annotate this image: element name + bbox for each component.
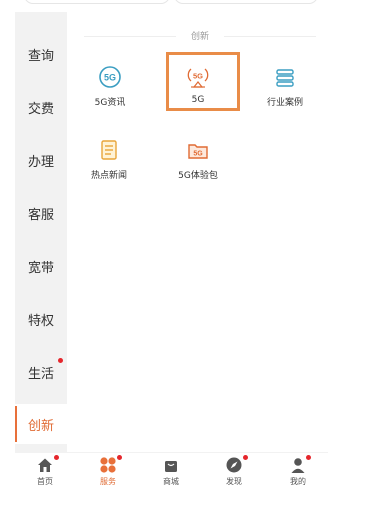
grid-item-label: 热点新闻	[90, 171, 127, 181]
section-header: 创新	[84, 29, 316, 43]
notification-dot	[117, 455, 122, 460]
svg-text:5G: 5G	[193, 151, 203, 158]
sidebar-item-label: 特权	[27, 313, 54, 329]
sidebar-item-life[interactable]: 生活	[15, 352, 67, 392]
hot-news-icon	[101, 140, 117, 160]
sidebar-item-label: 创新	[27, 418, 54, 434]
category-sidebar: 查询 交费 办理 客服 宽带 特权 生活 创新	[15, 12, 67, 452]
sidebar-item-service[interactable]: 客服	[15, 193, 67, 233]
tab-label: 服务	[100, 477, 116, 486]
bottom-tab-bar: 首页 服务 商城 发现 我的	[15, 452, 328, 492]
grid-item-industry-case[interactable]: 行业案例	[249, 57, 321, 119]
grid-item-label: 行业案例	[266, 98, 303, 108]
top-pill-left[interactable]	[24, 0, 170, 4]
sidebar-item-privilege[interactable]: 特权	[15, 299, 67, 339]
sidebar-item-label: 客服	[27, 207, 54, 223]
tab-home[interactable]: 首页	[20, 453, 70, 493]
tab-label: 首页	[37, 477, 53, 486]
grid-item-hot-news[interactable]: 热点新闻	[73, 130, 145, 192]
industry-case-icon	[276, 69, 294, 87]
sidebar-item-broadband[interactable]: 宽带	[15, 246, 67, 286]
grid-item-5g-news[interactable]: 5G 5G资讯	[74, 57, 146, 119]
sidebar-item-handle[interactable]: 办理	[15, 140, 67, 180]
top-pill-right[interactable]	[174, 0, 318, 4]
sidebar-item-pay[interactable]: 交费	[15, 87, 67, 127]
sidebar-item-query[interactable]: 查询	[15, 34, 67, 74]
service-icon	[100, 457, 116, 473]
tab-label: 商城	[163, 477, 179, 486]
discover-compass-icon	[226, 457, 242, 473]
tab-mall[interactable]: 商城	[146, 453, 196, 493]
home-icon	[38, 458, 52, 472]
grid-item-label: 5G资讯	[94, 98, 126, 108]
tab-service[interactable]: 服务	[83, 453, 133, 493]
notification-dot	[58, 358, 63, 363]
tab-label: 我的	[290, 477, 306, 486]
sidebar-item-label: 查询	[27, 48, 54, 64]
sidebar-item-innovation[interactable]: 创新	[15, 404, 67, 444]
sidebar-item-label: 宽带	[27, 260, 54, 276]
notification-dot	[54, 455, 59, 460]
highlight-box	[166, 52, 240, 111]
tab-discover[interactable]: 发现	[209, 453, 259, 493]
notification-dot	[243, 455, 248, 460]
tab-label: 发现	[226, 477, 242, 486]
notification-dot	[306, 455, 311, 460]
svg-text:5G: 5G	[104, 73, 116, 83]
sidebar-item-label: 生活	[27, 366, 54, 382]
mall-bag-icon	[165, 461, 177, 472]
grid-item-label: 5G体验包	[178, 171, 218, 181]
5g-package-icon: 5G	[188, 144, 208, 159]
divider	[224, 36, 316, 37]
profile-icon	[291, 458, 305, 473]
grid-item-5g-package[interactable]: 5G 5G体验包	[162, 130, 234, 192]
sidebar-item-label: 办理	[27, 154, 54, 170]
sidebar-item-label: 交费	[27, 101, 54, 117]
tab-profile[interactable]: 我的	[273, 453, 323, 493]
5g-news-icon: 5G	[99, 66, 121, 88]
